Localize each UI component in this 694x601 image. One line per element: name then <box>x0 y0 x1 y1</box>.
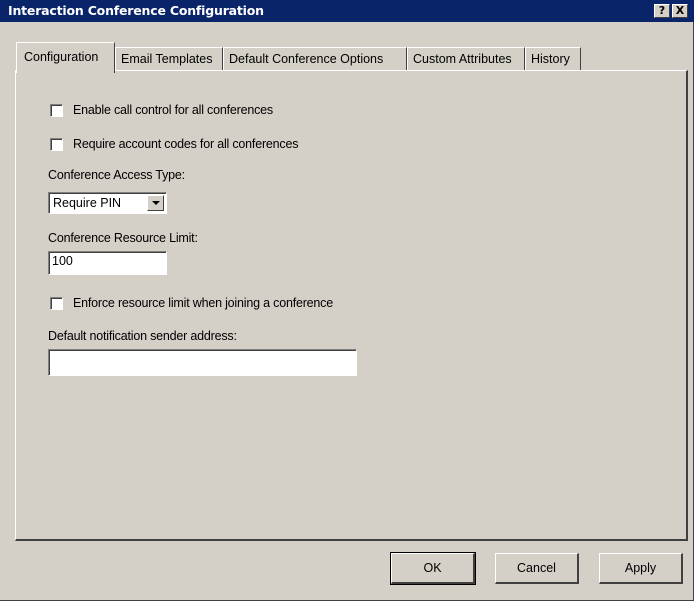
configuration-panel <box>15 70 688 541</box>
dialog-window: Interaction Conference Configuration ? X… <box>0 0 694 601</box>
cancel-button[interactable]: Cancel <box>495 553 579 584</box>
ok-button[interactable]: OK <box>390 552 476 585</box>
help-button[interactable]: ? <box>654 4 670 18</box>
title-bar[interactable]: Interaction Conference Configuration ? X <box>0 0 694 22</box>
apply-button[interactable]: Apply <box>599 553 683 584</box>
tab-configuration[interactable]: Configuration <box>16 42 115 73</box>
close-button[interactable]: X <box>672 4 688 18</box>
tab-history[interactable]: History <box>525 47 581 71</box>
tab-email-templates[interactable]: Email Templates <box>115 47 223 71</box>
window-title: Interaction Conference Configuration <box>8 3 264 18</box>
tab-default-conference-options[interactable]: Default Conference Options <box>223 47 407 71</box>
tab-custom-attributes[interactable]: Custom Attributes <box>407 47 525 71</box>
